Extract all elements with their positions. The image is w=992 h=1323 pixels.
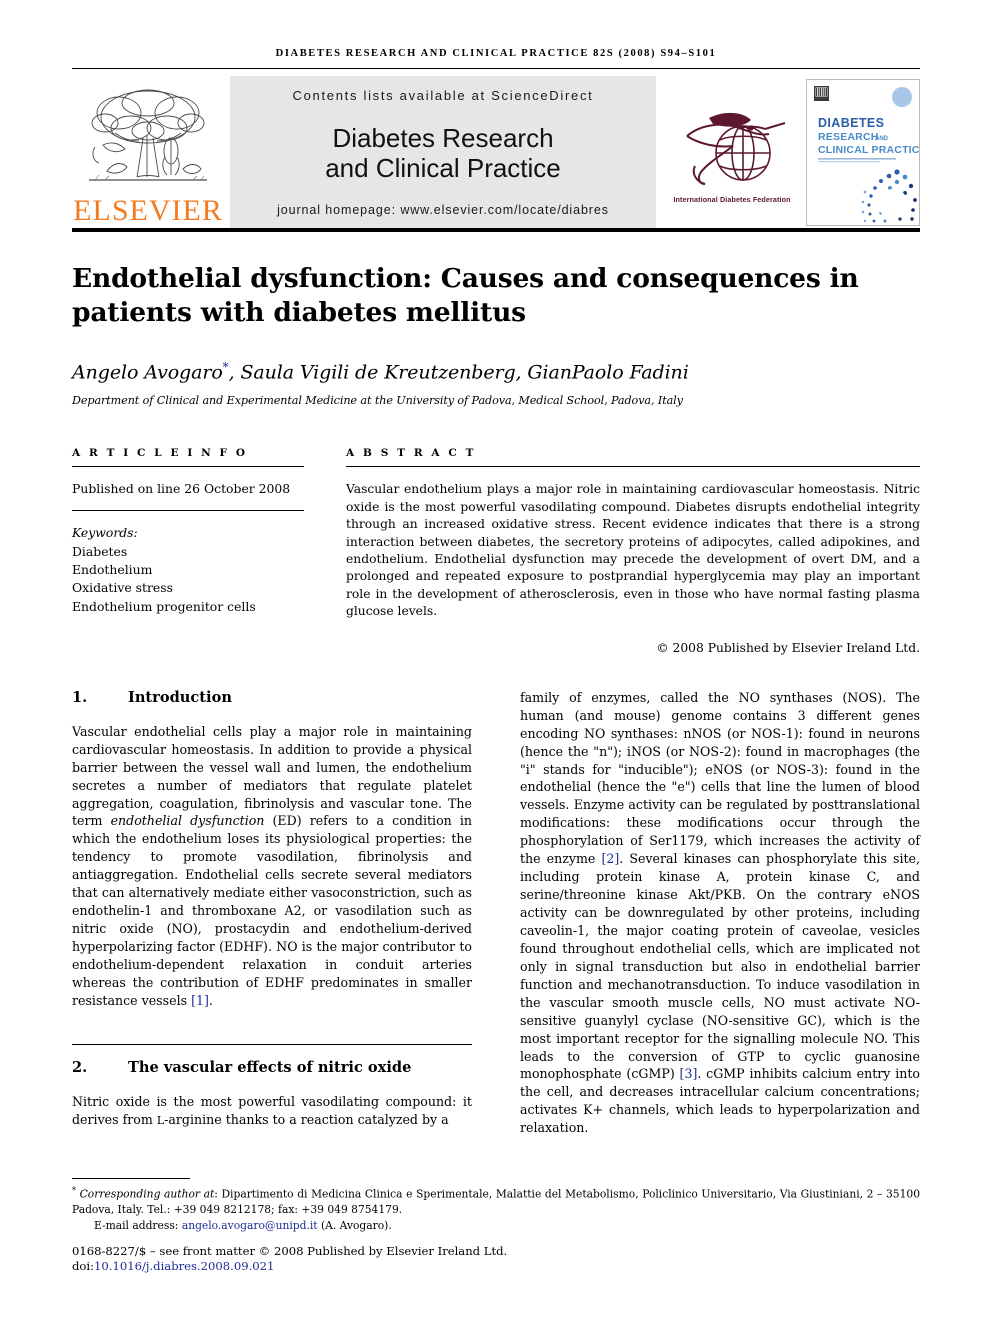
email-label: E-mail address: <box>94 1219 179 1233</box>
abstract-text: Vascular endothelium plays a major role … <box>346 482 920 619</box>
article-info-column: A R T I C L E I N F O Published on line … <box>72 447 304 655</box>
publisher-logo: ELSEVIER <box>72 76 224 228</box>
running-head-rule <box>72 68 920 69</box>
journal-cover: DIABETES RESEARCH AND CLINICAL PRACTICE <box>802 76 920 228</box>
page-title: Endothelial dysfunction: Causes and cons… <box>72 263 859 328</box>
journal-title: Diabetes Research and Clinical Practice <box>325 124 561 183</box>
keyword-item: Endothelium progenitor cells <box>72 598 256 614</box>
body-columns: 1. Introduction Vascular endothelial cel… <box>72 689 920 1137</box>
author-list: Angelo Avogaro*, Saula Vigili de Kreutze… <box>72 360 920 383</box>
citation-link[interactable]: [2] <box>601 851 619 866</box>
body-column-right: family of enzymes, called the NO synthas… <box>520 689 920 1137</box>
svg-text:DIABETES: DIABETES <box>818 116 884 130</box>
right-text-part-1: family of enzymes, called the NO synthas… <box>520 689 920 867</box>
email-link[interactable]: angelo.avogaro@unipd.it <box>182 1219 318 1232</box>
author-rest: , Saula Vigili de Kreutzenberg, GianPaol… <box>228 361 689 384</box>
article-info-heading: A R T I C L E I N F O <box>72 447 248 460</box>
section-number: 1. <box>72 688 88 706</box>
citation-link[interactable]: [1] <box>191 993 209 1008</box>
running-head: DIABETES RESEARCH AND CLINICAL PRACTICE … <box>275 48 717 59</box>
article-page: DIABETES RESEARCH AND CLINICAL PRACTICE … <box>0 0 992 1323</box>
sciencedirect-panel: Contents lists available at ScienceDirec… <box>230 76 656 228</box>
section-heading-introduction: 1. Introduction <box>72 689 472 706</box>
section-2-rule <box>72 1043 472 1045</box>
abstract-copyright: © 2008 Published by Elsevier Ireland Ltd… <box>656 640 920 655</box>
idf-hummingbird-globe-icon <box>686 112 786 185</box>
issn-line: 0168-8227/$ – see front matter © 2008 Pu… <box>72 1243 508 1258</box>
section-heading-vascular-effects: 2. The vascular effects of nitric oxide <box>72 1059 472 1076</box>
email-suffix: (A. Avogaro). <box>320 1219 392 1233</box>
journal-masthead: ELSEVIER Contents lists available at Sci… <box>72 76 920 228</box>
corresponding-author-note: * Corresponding author at: Dipartimento … <box>72 1185 920 1218</box>
keyword-item: Oxidative stress <box>72 580 173 596</box>
keywords-heading: Keywords: <box>72 525 138 541</box>
society-logo: International Diabetes Federation <box>662 76 802 228</box>
journal-title-line-2: and Clinical Practice <box>325 153 561 183</box>
section-title: The vascular effects of nitric oxide <box>128 1058 412 1076</box>
keyword-item: Diabetes <box>72 543 128 559</box>
footnote-area: * Corresponding author at: Dipartimento … <box>72 1177 920 1275</box>
keyword-item: Endothelium <box>72 561 153 577</box>
society-caption: International Diabetes Federation <box>673 195 791 204</box>
affiliation: Department of Clinical and Experimental … <box>72 394 683 408</box>
footnote-rule <box>72 1177 190 1179</box>
journal-homepage-line[interactable]: journal homepage: www.elsevier.com/locat… <box>277 203 609 217</box>
imprint-block: 0168-8227/$ – see front matter © 2008 Pu… <box>72 1244 920 1275</box>
abstract-column: A B S T R A C T Vascular endothelium pla… <box>346 447 920 655</box>
citation-link[interactable]: [3] <box>680 1066 698 1081</box>
elsevier-wordmark: ELSEVIER <box>73 194 223 227</box>
right-text-part-2: . Several kinases can phosphorylate this… <box>520 851 920 1082</box>
sec2-text-part-2: -arginine thanks to a reaction catalyzed… <box>164 1111 449 1127</box>
email-note: E-mail address: angelo.avogaro@unipd.it … <box>72 1218 920 1234</box>
svg-text:AND: AND <box>875 136 889 142</box>
doi-line: doi:10.1016/j.diabres.2008.09.021 <box>72 1259 920 1275</box>
contents-available-line: Contents lists available at ScienceDirec… <box>292 88 594 103</box>
footnote-star: * <box>72 1185 76 1195</box>
cover-artwork-icon: DIABETES RESEARCH AND CLINICAL PRACTICE <box>807 79 919 225</box>
svg-text:CLINICAL PRACTICE: CLINICAL PRACTICE <box>818 144 919 156</box>
body-column-left: 1. Introduction Vascular endothelial cel… <box>72 689 472 1137</box>
intro-text-part-2: (ED) refers to a condition in which the … <box>72 813 472 1008</box>
paragraph-introduction: Vascular endothelial cells play a major … <box>72 723 472 1010</box>
journal-cover-thumbnail: DIABETES RESEARCH AND CLINICAL PRACTICE <box>806 78 920 226</box>
abstract-heading: A B S T R A C T <box>346 447 477 460</box>
author-first: Angelo Avogaro <box>72 361 223 384</box>
section-number: 2. <box>72 1058 88 1076</box>
info-abstract-row: A R T I C L E I N F O Published on line … <box>72 447 920 655</box>
elsevier-tree-icon <box>89 89 207 181</box>
intro-italic-term: endothelial dysfunction <box>110 813 265 829</box>
journal-title-line-1: Diabetes Research <box>332 123 554 154</box>
intro-text-part-3: . <box>208 992 213 1008</box>
published-date: Published on line 26 October 2008 <box>72 481 291 497</box>
masthead-bottom-rule <box>72 228 920 232</box>
doi-link[interactable]: 10.1016/j.diabres.2008.09.021 <box>94 1259 274 1273</box>
svg-text:RESEARCH: RESEARCH <box>818 131 879 143</box>
paragraph-vascular-effects: Nitric oxide is the most powerful vasodi… <box>72 1093 472 1129</box>
corresponding-author-label: Corresponding author at <box>79 1187 215 1201</box>
paragraph-nos-family: family of enzymes, called the NO synthas… <box>520 689 920 1137</box>
keywords-block: Keywords: Diabetes Endothelium Oxidative… <box>72 511 304 616</box>
doi-prefix: doi: <box>72 1259 95 1274</box>
section-title: Introduction <box>128 688 232 706</box>
